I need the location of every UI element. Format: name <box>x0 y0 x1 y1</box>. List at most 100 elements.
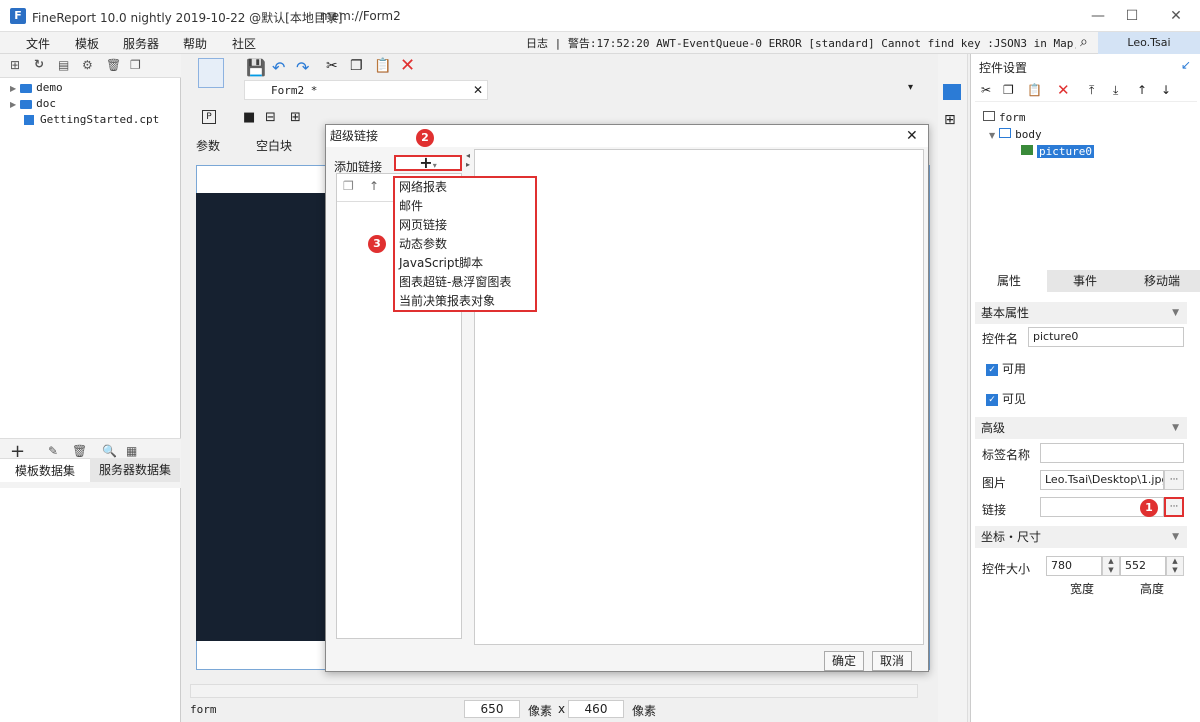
close-window-button[interactable]: ✕ <box>1156 4 1196 28</box>
move-down-icon[interactable]: ↓ <box>1161 83 1171 97</box>
image-browse-button[interactable]: ··· <box>1164 470 1184 490</box>
height-spinner[interactable]: ▲ ▼ <box>1166 556 1184 576</box>
layout-grid-icon[interactable]: ⊟ <box>265 110 276 125</box>
menu-item-email[interactable]: 邮件 <box>399 197 423 216</box>
settings-icon[interactable]: ⚙ <box>82 58 93 72</box>
new-folder-icon[interactable]: ⊞ <box>10 58 20 72</box>
delete-icon[interactable]: 🗑 <box>106 58 121 72</box>
delete-icon[interactable]: ✕ <box>1057 81 1070 99</box>
form-icon[interactable] <box>198 58 224 88</box>
search-icon[interactable]: ⌕ <box>1080 34 1088 50</box>
widget-tree-body[interactable]: ▼ body <box>989 127 1042 141</box>
tree-item-gettingstarted[interactable]: GettingStarted.cpt <box>24 112 159 128</box>
param-icon[interactable]: P <box>202 110 216 124</box>
canvas-width-input[interactable]: 650 <box>464 700 520 718</box>
edit-icon[interactable]: ✎ <box>48 444 58 458</box>
move-top-icon[interactable]: ⤒ <box>1089 83 1094 98</box>
undo-icon[interactable]: ↶ <box>272 58 285 77</box>
cut-icon[interactable]: ✂ <box>981 83 991 97</box>
tab-server-dataset[interactable]: 服务器数据集 <box>90 458 180 482</box>
ok-button[interactable]: 确定 <box>824 651 864 671</box>
server-dataset-icon[interactable]: ▦ <box>126 444 137 458</box>
copy-icon[interactable]: ❐ <box>130 58 141 72</box>
widget-settings-tab-icon[interactable] <box>943 84 961 100</box>
paste-icon[interactable]: 📋 <box>1027 83 1042 97</box>
widget-name-input[interactable]: picture0 <box>1028 327 1184 347</box>
redo-icon[interactable]: ↷ <box>296 58 309 77</box>
menu-item-decision-report[interactable]: 当前决策报表对象 <box>399 292 495 311</box>
enabled-checkbox[interactable]: ✓ 可用 <box>986 360 1026 377</box>
dialog-title: 超级链接 <box>330 129 379 143</box>
layout-icon[interactable]: ■ <box>243 110 255 125</box>
menu-server[interactable]: 服务器 <box>123 35 159 52</box>
document-path: mem://Form2 <box>320 9 401 23</box>
delete-dataset-icon[interactable]: 🗑 <box>72 444 87 458</box>
add-link-button[interactable]: +▾ <box>394 155 462 171</box>
dialog-close-button[interactable]: ✕ <box>906 125 918 147</box>
visible-checkbox[interactable]: ✓ 可见 <box>986 390 1026 407</box>
tab-events[interactable]: 事件 <box>1047 270 1123 292</box>
menu-item-network-report[interactable]: 网络报表 <box>399 178 447 197</box>
image-path-input[interactable]: Leo.Tsai\Desktop\1.jpg <box>1040 470 1164 490</box>
picture-widget[interactable] <box>196 193 336 641</box>
copy-link-icon[interactable]: ❐ <box>343 179 354 193</box>
tree-item-demo[interactable]: ▶ demo <box>10 80 63 96</box>
delete-icon[interactable]: ✕ <box>400 55 415 76</box>
widget-name-label: 控件名 <box>982 332 1019 346</box>
tree-item-doc[interactable]: ▶ doc <box>10 96 56 112</box>
move-up-icon[interactable]: ↑ <box>1137 83 1147 97</box>
section-basic[interactable]: 基本属性 ▼ <box>975 302 1187 324</box>
template-tab[interactable]: Form2 * ✕ <box>244 80 488 100</box>
section-advanced[interactable]: 高级 ▼ <box>975 417 1187 439</box>
copy-icon[interactable]: ❐ <box>1003 83 1014 97</box>
folder-icon <box>20 83 33 93</box>
blank-block-label[interactable]: 空白块 <box>256 137 292 154</box>
width-spinner[interactable]: ▲ ▼ <box>1102 556 1120 576</box>
menu-community[interactable]: 社区 <box>232 35 256 52</box>
tab-mobile[interactable]: 移动端 <box>1123 270 1200 292</box>
menu-bar: 文件 模板 服务器 帮助 社区 日志 | 警告:17:52:20 AWT-Eve… <box>0 32 1200 54</box>
layout-table-icon[interactable]: ⊞ <box>290 110 301 125</box>
tag-name-input[interactable] <box>1040 443 1184 463</box>
widget-tree-form[interactable]: form <box>983 110 1026 124</box>
horizontal-scrollbar[interactable] <box>190 684 918 698</box>
move-bottom-icon[interactable]: ⤓ <box>1113 83 1118 98</box>
width-input[interactable]: 780 <box>1046 556 1102 576</box>
maximize-button[interactable]: ☐ <box>1112 4 1152 28</box>
tab-template-dataset[interactable]: 模板数据集 <box>0 458 90 482</box>
user-name[interactable]: Leo.Tsai <box>1098 32 1200 54</box>
log-message[interactable]: 日志 | 警告:17:52:20 AWT-EventQueue-0 ERROR … <box>526 35 1076 51</box>
link-browse-button[interactable]: ··· <box>1164 497 1184 517</box>
refresh-icon[interactable]: ↻ <box>34 57 44 71</box>
widget-tree-picture0[interactable]: picture0 <box>1021 144 1094 158</box>
menu-item-chart-popup[interactable]: 图表超链-悬浮窗图表 <box>399 273 511 292</box>
menu-file[interactable]: 文件 <box>26 35 50 52</box>
param-label[interactable]: 参数 <box>196 137 220 154</box>
cancel-button[interactable]: 取消 <box>872 651 912 671</box>
widget-toolbar <box>330 105 930 123</box>
title-bar: F FineReport 10.0 nightly 2019-10-22 @默认… <box>0 0 1200 32</box>
menu-item-dynamic-param[interactable]: 动态参数 <box>399 235 447 254</box>
move-up-icon[interactable]: ↑ <box>369 179 379 193</box>
save-icon[interactable]: 💾 <box>246 58 266 77</box>
preview-icon[interactable]: 🔍 <box>102 444 117 458</box>
height-input[interactable]: 552 <box>1120 556 1166 576</box>
menu-item-web-link[interactable]: 网页链接 <box>399 216 447 235</box>
cut-icon[interactable]: ✂ <box>326 58 338 74</box>
settings-toolbar: ✂ ❐ 📋 ✕ ⤒ ⤓ ↑ ↓ <box>975 80 1197 102</box>
menu-template[interactable]: 模板 <box>75 35 99 52</box>
widget-settings-title: 控件设置 <box>979 61 1028 75</box>
collapse-icon[interactable]: ↙ <box>1181 58 1191 72</box>
component-library-icon[interactable]: ⊞ <box>944 112 956 128</box>
menu-item-javascript[interactable]: JavaScript脚本 <box>399 254 483 273</box>
menu-help[interactable]: 帮助 <box>183 35 207 52</box>
paste-icon[interactable]: 📋 <box>374 58 391 74</box>
canvas-height-input[interactable]: 460 <box>568 700 624 718</box>
open-icon[interactable]: ▤ <box>58 58 69 72</box>
splitter-arrow-icon[interactable]: ◂ ▸ <box>466 151 470 169</box>
copy-icon[interactable]: ❐ <box>350 58 363 74</box>
section-coordinates[interactable]: 坐标・尺寸 ▼ <box>975 526 1187 548</box>
close-tab-icon[interactable]: ✕ <box>473 83 483 97</box>
dropdown-icon[interactable]: ▾ <box>908 82 913 93</box>
tab-properties[interactable]: 属性 <box>971 270 1047 292</box>
